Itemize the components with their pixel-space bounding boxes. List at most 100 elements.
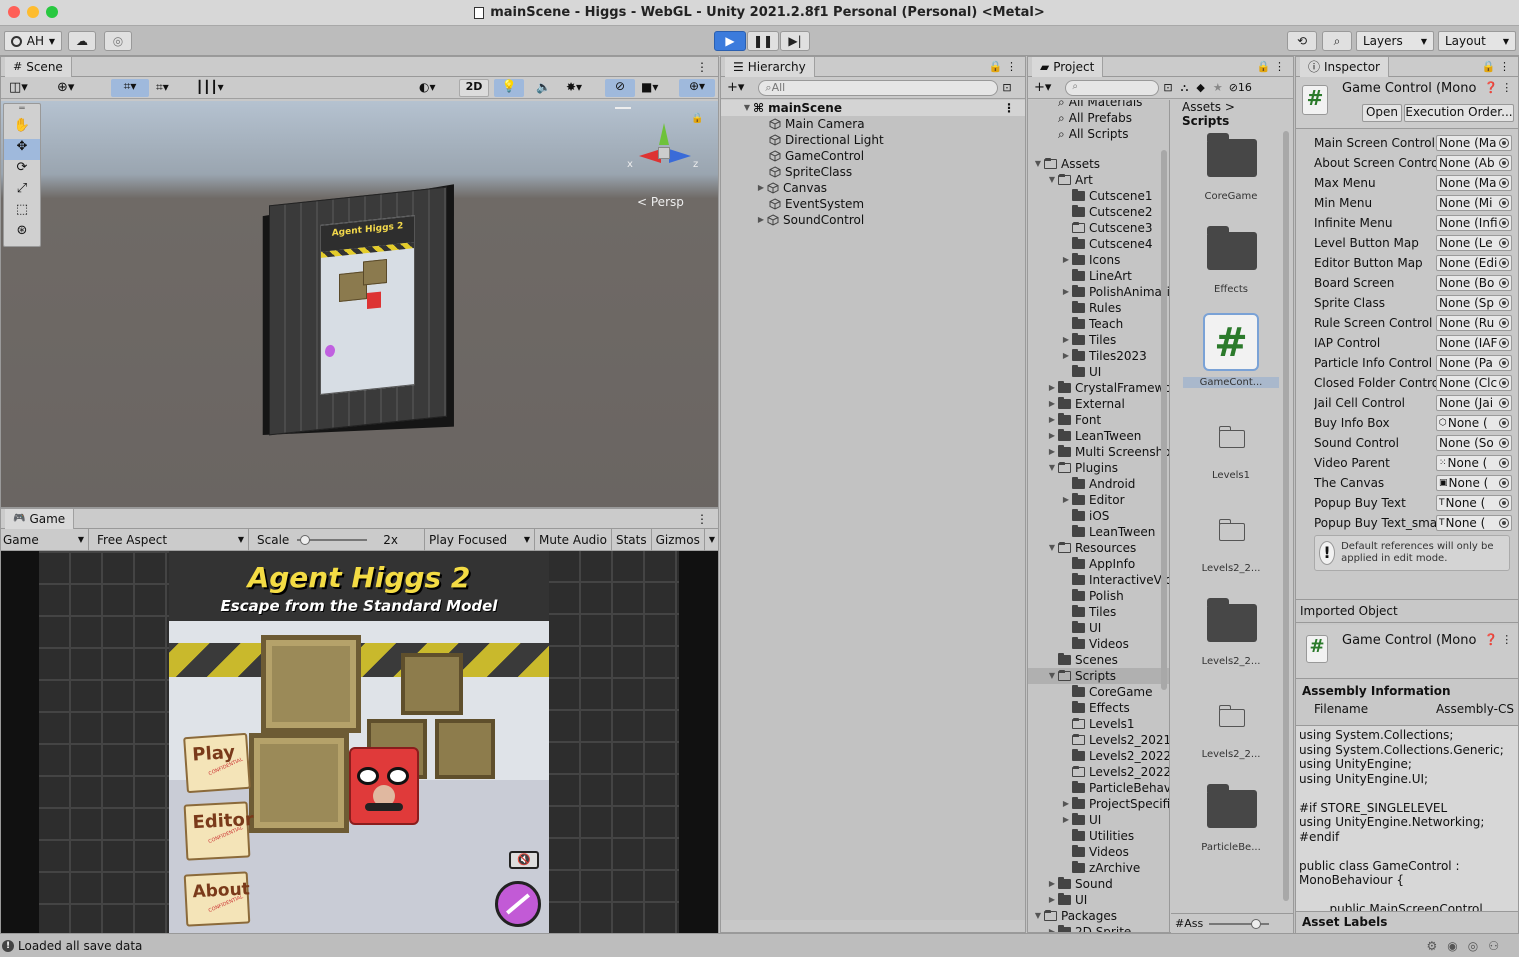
stats-button[interactable]: Stats <box>612 528 652 551</box>
close-window-button[interactable] <box>8 6 20 18</box>
tree-item[interactable]: LeanTween <box>1028 524 1169 540</box>
tree-item[interactable]: ▼ Scripts <box>1028 668 1169 684</box>
visibility-icon[interactable]: ⊘ <box>605 79 635 97</box>
asset-tile[interactable]: Effects <box>1171 222 1287 312</box>
object-picker-icon[interactable] <box>1499 498 1509 508</box>
tree-item[interactable]: ▼ Plugins <box>1028 460 1169 476</box>
lock-icon[interactable]: 🔒 ⋮ <box>1257 60 1285 73</box>
zoom-window-button[interactable] <box>46 6 58 18</box>
expand-arrow-icon[interactable]: ▼ <box>1046 172 1058 188</box>
tree-item[interactable]: ▼ Packages <box>1028 908 1169 924</box>
expand-arrow-icon[interactable]: ▶ <box>1060 796 1072 812</box>
zoom-slider-thumb[interactable] <box>1251 918 1262 929</box>
panel-menu-icon[interactable]: ⋮ <box>696 512 708 526</box>
display-dropdown[interactable]: Game ▼ <box>1 528 89 551</box>
ruler-icon[interactable]: ┃┃┃▾ <box>196 80 224 94</box>
cloud-button[interactable]: ☁ <box>68 31 96 51</box>
tree-item[interactable]: ▶ Editor <box>1028 492 1169 508</box>
expand-arrow-icon[interactable]: ▼ <box>1046 540 1058 556</box>
tree-item[interactable]: ▶ 2D Sprite <box>1028 924 1169 932</box>
tree-item[interactable]: Levels1 <box>1028 716 1169 732</box>
expand-arrow-icon[interactable]: ▶ <box>1046 412 1058 428</box>
expand-arrow-icon[interactable]: ▼ <box>1032 156 1044 172</box>
expand-arrow-icon[interactable]: ▶ <box>1060 492 1072 508</box>
tree-item[interactable]: ▶ Multi Screenshot <box>1028 444 1169 460</box>
tree-item[interactable]: Cutscene1 <box>1028 188 1169 204</box>
lock-icon[interactable]: 🔒 ⋮ <box>989 60 1017 73</box>
tree-item[interactable]: ▼ Assets <box>1028 156 1169 172</box>
tree-item[interactable]: ▶ UI <box>1028 812 1169 828</box>
aspect-dropdown[interactable]: Free Aspect ▼ <box>89 528 249 551</box>
scale-slider-thumb[interactable] <box>300 534 311 545</box>
tree-item[interactable]: ▶ Font <box>1028 412 1169 428</box>
tree-item[interactable]: Levels2_2022 <box>1028 748 1169 764</box>
object-field[interactable]: None (Infi <box>1436 215 1512 231</box>
tree-item[interactable]: ▶ ProjectSpecifi <box>1028 796 1169 812</box>
object-field[interactable]: None (Edi <box>1436 255 1512 271</box>
tree-item[interactable]: ▶ UI <box>1028 892 1169 908</box>
play-menu-folder[interactable]: Play CONFIDENTIAL <box>183 732 251 794</box>
projection-label[interactable]: < Persp <box>637 195 684 209</box>
tree-item[interactable]: LineArt <box>1028 268 1169 284</box>
rotate-tool-icon[interactable]: ⟳ <box>4 160 40 181</box>
hierarchy-item[interactable]: SpriteClass <box>721 164 1025 180</box>
mute-sound-icon[interactable]: 🔇 <box>509 851 539 869</box>
expand-arrow-icon[interactable]: ▼ <box>1046 460 1058 476</box>
search-button[interactable]: ⌕ <box>1322 31 1352 51</box>
object-field[interactable]: T None ( <box>1436 515 1512 531</box>
object-field[interactable]: T None ( <box>1436 495 1512 511</box>
expand-arrow-icon[interactable]: ▶ <box>1046 876 1058 892</box>
hand-tool-icon[interactable]: ✋ <box>4 118 40 139</box>
expand-arrow-icon[interactable]: ▶ <box>1046 892 1058 908</box>
tab-inspector[interactable]: ⓘ Inspector <box>1300 56 1389 77</box>
object-field[interactable]: None (IAF <box>1436 335 1512 351</box>
asset-tile[interactable]: ParticleBe... <box>1171 780 1287 870</box>
object-picker-icon[interactable] <box>1499 238 1509 248</box>
hierarchy-search-input[interactable]: ⌕ All <box>758 79 999 96</box>
asset-tile[interactable]: Levels2_2... <box>1171 594 1287 684</box>
tab-scene[interactable]: # Scene <box>5 56 72 77</box>
expand-arrow-icon[interactable]: ▼ <box>741 100 753 116</box>
tree-item[interactable]: Levels2_2022 <box>1028 764 1169 780</box>
object-picker-icon[interactable] <box>1499 318 1509 328</box>
search-options-icon[interactable]: ⊡ <box>1163 81 1172 94</box>
hidden-packages-icon[interactable]: ⊘16 <box>1229 81 1252 94</box>
project-search-input[interactable]: ⌕ <box>1065 79 1160 96</box>
move-tool-icon[interactable]: ✥ <box>4 139 40 160</box>
lock-icon[interactable]: 🔒 ⋮ <box>1482 60 1510 73</box>
scene-menu-icon[interactable]: ⋮ <box>1003 100 1015 116</box>
tree-item[interactable]: Rules <box>1028 300 1169 316</box>
status-tray-icons[interactable]: ⚙◉◎⚇ <box>1427 939 1509 953</box>
object-picker-icon[interactable] <box>1499 278 1509 288</box>
object-field[interactable]: ⁙ None ( <box>1436 455 1512 471</box>
help-icon[interactable]: ❓ ⋮ <box>1484 633 1512 646</box>
add-icon[interactable]: +▾ <box>727 80 744 95</box>
expand-arrow-icon[interactable]: ▶ <box>1046 428 1058 444</box>
tab-hierarchy[interactable]: ☰ Hierarchy <box>725 56 815 77</box>
tree-item[interactable]: Videos <box>1028 636 1169 652</box>
tab-game[interactable]: 🎮 Game <box>5 508 75 529</box>
panel-menu-icon[interactable]: ⋮ <box>696 60 708 74</box>
tab-project[interactable]: ▰ Project <box>1032 56 1104 77</box>
tree-item[interactable]: Levels2_2021 <box>1028 732 1169 748</box>
grid-scrollbar[interactable] <box>1283 131 1289 901</box>
expand-arrow-icon[interactable]: ▶ <box>755 180 767 196</box>
favorite-icon[interactable]: ★ <box>1213 81 1223 94</box>
collab-button[interactable]: ◎ <box>104 31 132 51</box>
hierarchy-item[interactable]: EventSystem <box>721 196 1025 212</box>
rect-tool-icon[interactable]: ⬚ <box>4 202 40 223</box>
tree-item[interactable]: UI <box>1028 364 1169 380</box>
tree-item[interactable]: UI <box>1028 620 1169 636</box>
asset-tile[interactable]: Levels2_2... <box>1171 687 1287 777</box>
execution-order-button[interactable]: Execution Order... <box>1404 104 1514 122</box>
tree-item[interactable]: Polish <box>1028 588 1169 604</box>
tree-item[interactable]: Tiles <box>1028 604 1169 620</box>
favorite-item[interactable]: ⌕ All Scripts <box>1028 126 1169 142</box>
tree-item[interactable]: Utilities <box>1028 828 1169 844</box>
scale-slider[interactable] <box>297 534 368 545</box>
tree-item[interactable]: zArchive <box>1028 860 1169 876</box>
hierarchy-item[interactable]: Directional Light <box>721 132 1025 148</box>
hierarchy-item[interactable]: Main Camera <box>721 116 1025 132</box>
object-picker-icon[interactable] <box>1499 338 1509 348</box>
object-picker-icon[interactable] <box>1499 478 1509 488</box>
